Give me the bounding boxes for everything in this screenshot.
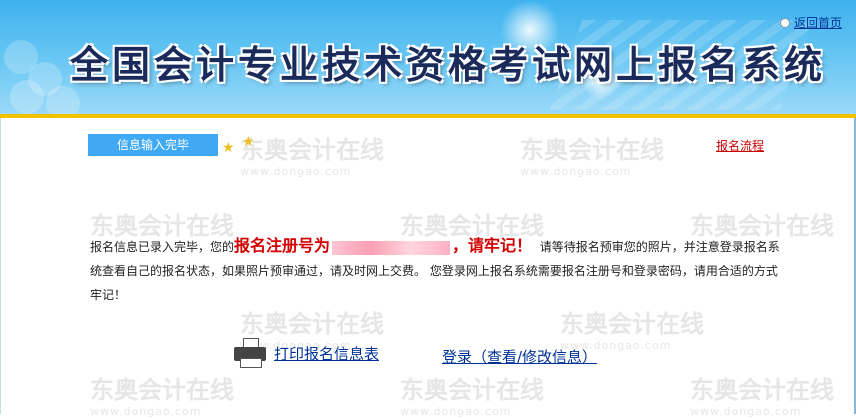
home-link[interactable]: 返回首页 — [779, 14, 842, 31]
print-info-button[interactable]: 打印报名信息表 — [234, 338, 379, 368]
home-link-label: 返回首页 — [793, 16, 842, 30]
remember-notice: ，请牢记！ — [452, 236, 533, 255]
bullet-icon — [779, 17, 790, 28]
watermark: 东奥会计在线 www.dongao.com — [90, 376, 234, 418]
star-icon: ★ — [222, 140, 235, 156]
star-icon: ★ — [242, 134, 255, 150]
watermark: 东奥会计在线 www.dongao.com — [560, 310, 704, 352]
redacted-registration-number — [332, 240, 451, 255]
page-title: 全国会计专业技术资格考试网上报名系统 — [70, 42, 827, 87]
registration-number-label: 报名注册号为 — [234, 236, 331, 255]
login-link[interactable]: 登录（查看/修改信息） — [442, 346, 597, 367]
watermark: 东奥会计在线 www.dongao.com — [240, 136, 384, 178]
divider — [0, 114, 856, 118]
message-intro: 报名信息已录入完毕，您的 — [90, 240, 235, 254]
registration-flow-link[interactable]: 报名流程 — [716, 137, 764, 154]
printer-icon — [234, 338, 266, 368]
decor-circle — [10, 80, 44, 114]
status-tab: 信息输入完毕 — [88, 134, 218, 156]
decor-circle — [46, 86, 80, 114]
print-info-label: 打印报名信息表 — [274, 344, 380, 363]
watermark: 东奥会计在线 www.dongao.com — [690, 376, 834, 418]
watermark: 东奥会计在线 www.dongao.com — [400, 376, 544, 418]
watermark: 东奥会计在线 www.dongao.com — [520, 136, 664, 178]
confirmation-message: 报名信息已录入完毕，您的报名注册号为 ，请牢记！ 请等待报名预审您的照片，并注意登… — [90, 234, 780, 307]
header-banner: 全国会计专业技术资格考试网上报名系统 返回首页 — [0, 0, 856, 114]
frame-edge — [0, 118, 1, 414]
